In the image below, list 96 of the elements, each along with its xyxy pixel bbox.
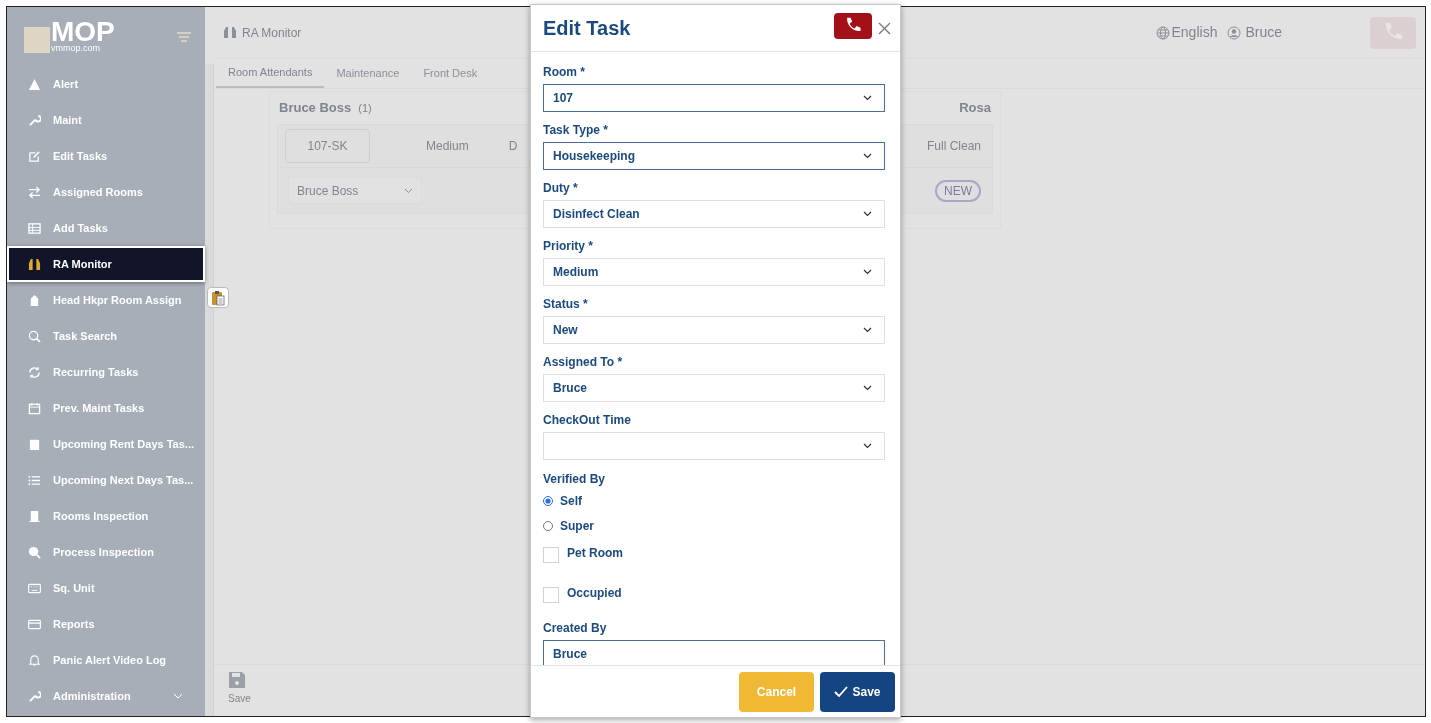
status-badge: NEW bbox=[935, 179, 981, 202]
sidebar-item[interactable]: Process Inspection bbox=[7, 534, 205, 570]
radio-label[interactable]: Super bbox=[560, 517, 594, 535]
checkbox-label[interactable]: Pet Room bbox=[567, 544, 623, 562]
field-label: CheckOut Time bbox=[543, 413, 632, 428]
keyboard-icon bbox=[28, 581, 41, 595]
checkbox[interactable] bbox=[543, 547, 559, 563]
checkbox[interactable] bbox=[543, 587, 559, 603]
field-label: Created By bbox=[543, 621, 608, 636]
chevron-icon bbox=[863, 269, 872, 275]
sidebar-item[interactable]: Reports bbox=[7, 606, 205, 642]
list-icon bbox=[28, 473, 41, 487]
paste-button[interactable] bbox=[207, 287, 229, 308]
scrollbar-track[interactable] bbox=[205, 64, 214, 716]
close-icon[interactable] bbox=[878, 21, 891, 35]
check-icon bbox=[834, 686, 849, 697]
language-selector[interactable]: English bbox=[1171, 22, 1218, 43]
sidebar-item[interactable]: Add Tasks bbox=[7, 210, 205, 246]
sidebar-item[interactable]: Recurring Tasks bbox=[7, 354, 205, 390]
refresh-icon bbox=[28, 365, 41, 379]
sidebar-item[interactable]: Rooms Inspection bbox=[7, 498, 205, 534]
logo-subtitle: vmmop.com bbox=[51, 44, 101, 53]
radio-label[interactable]: Self bbox=[560, 492, 582, 510]
sidebar-item[interactable]: Panic Alert Video Log bbox=[7, 642, 205, 678]
tab[interactable]: Maintenance bbox=[324, 59, 412, 88]
cancel-button[interactable]: Cancel bbox=[739, 671, 814, 712]
select-field[interactable]: Housekeeping bbox=[543, 142, 885, 170]
field-label: Verified By bbox=[543, 472, 607, 487]
chevron-icon bbox=[863, 95, 872, 101]
binoculars-icon bbox=[28, 257, 41, 271]
search-icon bbox=[28, 329, 41, 343]
sidebar-item[interactable]: Task Search bbox=[7, 318, 205, 354]
tab[interactable]: Front Desk bbox=[411, 59, 490, 88]
duty-text: Full Clean bbox=[926, 138, 981, 155]
field-label: Status * bbox=[543, 297, 589, 312]
door-icon bbox=[28, 509, 41, 523]
field-label: Room * bbox=[543, 65, 586, 80]
field-label: Priority * bbox=[543, 239, 594, 254]
globe-icon[interactable] bbox=[1155, 25, 1170, 40]
select-field[interactable]: Medium bbox=[543, 258, 885, 286]
logo-text: MOP bbox=[51, 20, 115, 44]
select-field[interactable]: Disinfect Clean bbox=[543, 200, 885, 228]
sidebar-item[interactable]: RA Monitor bbox=[7, 246, 205, 282]
binoculars-icon bbox=[223, 26, 237, 39]
sidebar-item[interactable]: Assigned Rooms bbox=[7, 174, 205, 210]
card-icon bbox=[28, 617, 41, 631]
radio-button[interactable] bbox=[543, 521, 553, 531]
checkbox-label[interactable]: Occupied bbox=[567, 584, 622, 602]
warning-icon bbox=[28, 77, 41, 91]
priority-text: Medium bbox=[426, 138, 469, 155]
save-icon[interactable] bbox=[228, 671, 246, 689]
chevron-icon bbox=[404, 187, 413, 194]
sidebar-item[interactable]: Alert bbox=[7, 66, 205, 102]
user-icon bbox=[1227, 25, 1242, 40]
radio-button[interactable] bbox=[543, 496, 553, 506]
chevron-icon bbox=[863, 327, 872, 333]
table-icon bbox=[28, 221, 41, 235]
select-field[interactable]: 107 bbox=[543, 84, 885, 112]
dialog-title: Edit Task bbox=[543, 16, 631, 41]
attendant-name: Bruce Boss bbox=[279, 99, 352, 118]
edit-icon bbox=[28, 149, 41, 163]
sidebar-item[interactable]: Prev. Maint Tasks bbox=[7, 390, 205, 426]
chevron-icon bbox=[173, 693, 183, 699]
field-label: Duty * bbox=[543, 181, 579, 196]
logo-icon bbox=[24, 27, 50, 53]
input-field[interactable]: Bruce bbox=[543, 640, 885, 665]
save-label: Save bbox=[228, 692, 251, 706]
chevron-icon bbox=[863, 211, 872, 217]
select-field[interactable] bbox=[543, 432, 885, 460]
room-label: 107-SK bbox=[285, 129, 370, 163]
select-field[interactable]: New bbox=[543, 316, 885, 344]
select-field[interactable]: Bruce bbox=[543, 374, 885, 402]
sidebar-item[interactable]: Maint bbox=[7, 102, 205, 138]
task-count: (1) bbox=[358, 100, 372, 116]
calendar-icon bbox=[28, 401, 41, 415]
field-label: Assigned To * bbox=[543, 355, 624, 370]
chevron-icon bbox=[863, 153, 872, 159]
swap-arrows-icon bbox=[28, 185, 41, 199]
duty-text: D bbox=[508, 138, 518, 155]
phone-button[interactable] bbox=[834, 13, 872, 39]
sidebar-item[interactable]: Edit Tasks bbox=[7, 138, 205, 174]
page-title: RA Monitor bbox=[242, 24, 302, 42]
assignee-select[interactable]: Bruce Boss bbox=[288, 177, 422, 204]
bell-icon bbox=[28, 653, 41, 667]
chevron-icon bbox=[863, 443, 872, 449]
attendant-name: Rosa bbox=[959, 99, 991, 118]
chevron-icon bbox=[863, 385, 872, 391]
sidebar-item[interactable]: Sq. Unit bbox=[7, 570, 205, 606]
sidebar-item[interactable]: Upcoming Rent Days Tas... bbox=[7, 426, 205, 462]
save-button[interactable]: Save bbox=[820, 671, 895, 712]
sidebar-item[interactable]: Administration bbox=[7, 678, 205, 714]
field-label: Task Type * bbox=[543, 123, 609, 138]
menu-icon[interactable] bbox=[177, 31, 191, 42]
sidebar-item[interactable]: Head Hkpr Room Assign bbox=[7, 282, 205, 318]
sidebar-item[interactable]: Upcoming Next Days Tas... bbox=[7, 462, 205, 498]
user-name[interactable]: Bruce bbox=[1245, 22, 1282, 43]
